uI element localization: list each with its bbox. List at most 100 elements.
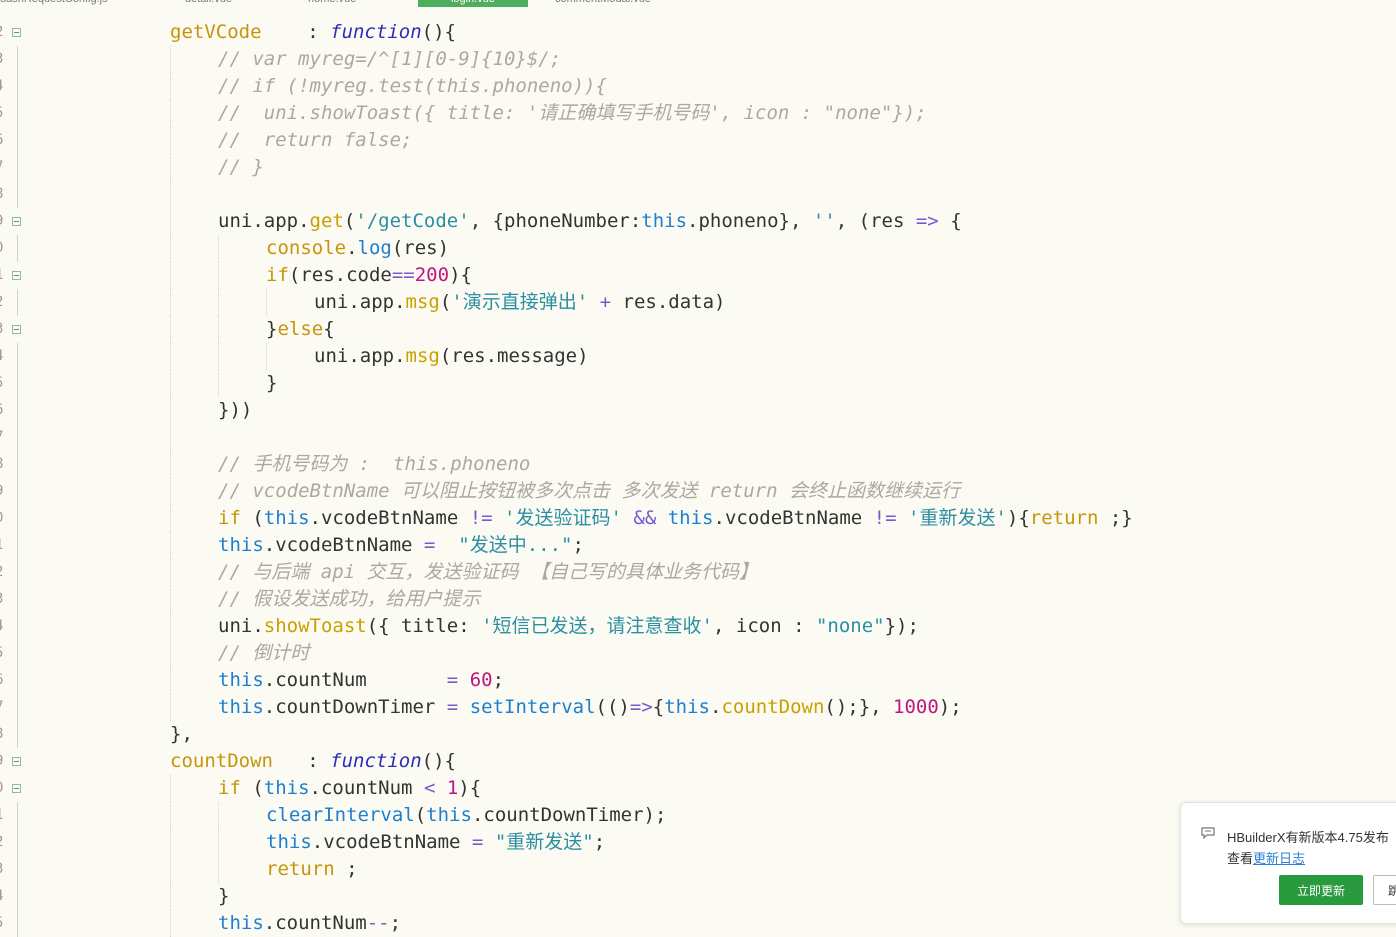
update-notification: HBuilderX有新版本4.75发布 查看更新日志 立即更新 跳过 bbox=[1180, 802, 1396, 924]
code-token: { bbox=[938, 210, 962, 232]
tab-detail-vue[interactable]: detail.vue bbox=[185, 0, 245, 7]
line-number: 9 bbox=[0, 208, 7, 235]
code-line: this.countDownTimer = setInterval(()=>{t… bbox=[218, 694, 962, 721]
fold-toggle-icon[interactable] bbox=[12, 217, 21, 226]
code-token: res.data) bbox=[611, 291, 726, 313]
code-token: } bbox=[266, 372, 278, 394]
indent-guide bbox=[170, 586, 171, 613]
line-number: 3 bbox=[0, 856, 7, 883]
code-token: uni. bbox=[218, 615, 264, 637]
code-token: } bbox=[266, 318, 278, 340]
code-line: uni.app.get('/getCode', {phoneNumber:thi… bbox=[218, 208, 962, 235]
code-line: // 与后端 api 交互，发送验证码 【自己写的具体业务代码】 bbox=[218, 559, 758, 586]
code-token: ; bbox=[334, 858, 358, 880]
code-token: '演示直接弹出' bbox=[451, 291, 589, 313]
fold-guide-line bbox=[17, 856, 18, 883]
code-token: countDown bbox=[721, 696, 825, 718]
code-token: // uni.showToast({ title: '请正确填写手机号码', i… bbox=[218, 102, 927, 124]
notification-title: HBuilderX有新版本4.75发布 bbox=[1227, 830, 1389, 845]
indent-guide bbox=[218, 262, 219, 289]
line-number: 7 bbox=[0, 694, 7, 721]
indent-guide bbox=[218, 235, 219, 262]
fold-guide-line bbox=[17, 154, 18, 181]
code-token: // vcodeBtnName 可以阻止按钮被多次点击 多次发送 return … bbox=[218, 480, 960, 502]
fold-guide-line bbox=[17, 667, 18, 694]
line-number: 6 bbox=[0, 127, 7, 154]
tab-commentmodal-vue[interactable]: commentModal.vue bbox=[555, 0, 685, 7]
indent-guide bbox=[218, 370, 219, 397]
indent-guide bbox=[170, 451, 171, 478]
code-token: log bbox=[357, 237, 392, 259]
update-now-button[interactable]: 立即更新 bbox=[1279, 875, 1363, 905]
fold-toggle-icon[interactable] bbox=[12, 325, 21, 334]
code-token: // return false; bbox=[218, 129, 413, 151]
code-token: })) bbox=[218, 399, 253, 421]
indent-guide bbox=[218, 289, 219, 316]
code-token: < bbox=[423, 777, 436, 799]
indent-guide bbox=[266, 343, 267, 370]
code-token: 1 bbox=[446, 777, 459, 799]
code-token: console bbox=[266, 237, 347, 259]
code-token: if bbox=[218, 777, 241, 799]
fold-toggle-icon[interactable] bbox=[12, 271, 21, 280]
indent-guide bbox=[170, 262, 171, 289]
code-token: uni.app. bbox=[314, 345, 406, 367]
code-token: .vcodeBtnName bbox=[311, 831, 472, 853]
code-token: .vcodeBtnName bbox=[263, 534, 424, 556]
code-line: } bbox=[266, 370, 277, 397]
code-token: .countNum bbox=[309, 777, 424, 799]
fold-toggle-icon[interactable] bbox=[12, 28, 21, 37]
line-number: 4 bbox=[0, 343, 7, 370]
line-number: 4 bbox=[0, 73, 7, 100]
code-token: // 与后端 api 交互，发送验证码 【自己写的具体业务代码】 bbox=[218, 561, 758, 583]
fold-guide-line bbox=[17, 883, 18, 910]
code-token: ( bbox=[240, 777, 264, 799]
code-token: != bbox=[469, 507, 493, 529]
changelog-link[interactable]: 更新日志 bbox=[1253, 851, 1305, 866]
code-token: this bbox=[263, 507, 310, 529]
code-line: clearInterval(this.countDownTimer); bbox=[266, 802, 666, 829]
code-line: if (this.vcodeBtnName != '发送验证码' && this… bbox=[218, 505, 1133, 532]
tab-login-vue[interactable]: login.vue bbox=[418, 0, 528, 7]
tab-home-vue[interactable]: home.vue bbox=[308, 0, 378, 7]
fold-guide-line bbox=[17, 532, 18, 559]
code-token: uni.app. bbox=[218, 210, 310, 232]
indent-guide bbox=[170, 46, 171, 73]
code-line: this.countNum = 60; bbox=[218, 667, 504, 694]
code-token: .vcodeBtnName bbox=[713, 507, 874, 529]
code-token: => bbox=[915, 210, 939, 232]
line-number: 0 bbox=[0, 775, 7, 802]
line-number: 8 bbox=[0, 181, 7, 208]
code-token: this bbox=[641, 210, 688, 232]
fold-toggle-icon[interactable] bbox=[12, 784, 21, 793]
fold-guide-line bbox=[17, 640, 18, 667]
indent-guide bbox=[170, 73, 171, 100]
code-token: = bbox=[423, 534, 436, 556]
code-token: . bbox=[709, 696, 722, 718]
line-number: 7 bbox=[0, 424, 7, 451]
line-number: 2 bbox=[0, 559, 7, 586]
code-line: })) bbox=[218, 397, 252, 424]
line-number: 9 bbox=[0, 748, 7, 775]
indent-guide bbox=[170, 559, 171, 586]
line-number: 7 bbox=[0, 154, 7, 181]
code-token: .vcodeBtnName bbox=[309, 507, 470, 529]
indent-guide bbox=[170, 343, 171, 370]
indent-guide bbox=[170, 856, 171, 883]
line-number: 3 bbox=[0, 586, 7, 613]
fold-toggle-icon[interactable] bbox=[12, 757, 21, 766]
code-token: // 倒计时 bbox=[218, 642, 310, 664]
code-token: this bbox=[218, 534, 264, 556]
line-number: 2 bbox=[0, 829, 7, 856]
indent-guide bbox=[218, 316, 219, 343]
code-line: countDown : function(){ bbox=[170, 748, 456, 775]
code-token: showToast bbox=[263, 615, 367, 637]
skip-button[interactable]: 跳过 bbox=[1373, 875, 1396, 905]
fold-guide-line bbox=[17, 586, 18, 613]
line-number: 4 bbox=[0, 883, 7, 910]
indent-guide bbox=[170, 775, 171, 802]
